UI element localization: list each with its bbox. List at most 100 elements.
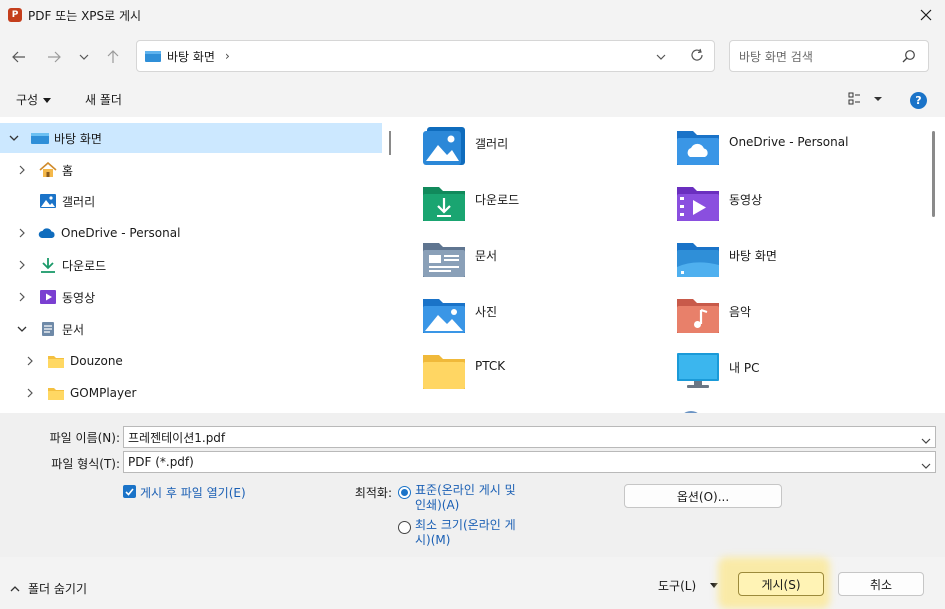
chevron-down-icon[interactable] xyxy=(17,324,27,334)
tree-label: 동영상 xyxy=(62,290,96,305)
tree-item-gomplayer[interactable]: GOMPlayer xyxy=(0,378,382,408)
caret-down-icon xyxy=(710,583,719,588)
folder-item-desktop[interactable]: 바탕 화면 xyxy=(653,233,903,283)
chevron-down-icon[interactable] xyxy=(9,133,19,143)
folder-item-documents[interactable]: 문서 xyxy=(399,233,649,283)
open-after-publish-label[interactable]: 게시 후 파일 열기(E) xyxy=(140,484,246,501)
tree-item-onedrive[interactable]: OneDrive - Personal xyxy=(0,218,382,248)
tools-menu[interactable]: 도구(L) xyxy=(658,577,719,594)
navigation-bar: 바탕 화면 › 바탕 화면 검색 xyxy=(0,38,945,76)
folder-item-this-pc[interactable]: 내 PC xyxy=(653,345,903,395)
open-after-publish-checkbox[interactable] xyxy=(123,485,136,498)
help-icon[interactable]: ? xyxy=(910,92,927,109)
item-label: 음악 xyxy=(729,305,752,319)
documents-folder-icon xyxy=(423,243,465,277)
cancel-button[interactable]: 취소 xyxy=(838,572,924,596)
chevron-right-icon[interactable] xyxy=(17,292,27,302)
search-icon[interactable] xyxy=(902,49,916,66)
radio-label-line: 인쇄)(A) xyxy=(415,498,460,512)
hide-folders-toggle[interactable]: 폴더 숨기기 xyxy=(10,580,87,597)
chevron-right-icon[interactable] xyxy=(17,260,27,270)
home-icon xyxy=(39,162,57,177)
tree-scrollbar-thumb[interactable] xyxy=(389,131,391,155)
arrow-up-icon[interactable] xyxy=(102,46,124,68)
chevron-right-icon[interactable] xyxy=(25,356,35,366)
folder-item-ptck[interactable]: PTCK xyxy=(399,345,649,395)
arrow-left-icon[interactable] xyxy=(8,46,30,68)
title-bar: P PDF 또는 XPS로 게시 xyxy=(0,0,945,30)
chevron-down-icon[interactable] xyxy=(73,46,95,68)
new-folder-button[interactable]: 새 폴더 xyxy=(85,91,122,108)
address-text: 바탕 화면 xyxy=(167,49,215,64)
tree-item-home[interactable]: 홈 xyxy=(0,155,382,185)
save-options-panel: 파일 이름(N): 프레젠테이션1.pdf 파일 형식(T): PDF (*.p… xyxy=(0,413,945,557)
refresh-icon[interactable] xyxy=(690,48,704,65)
optimize-standard-radio[interactable] xyxy=(398,486,411,499)
browser-pane: 바탕 화면 홈 갤러리 OneDrive - Personal 다운로드 동영상… xyxy=(0,117,945,413)
download-icon xyxy=(41,258,55,273)
filetype-label: 파일 형식(T): xyxy=(51,457,120,471)
onedrive-folder-icon xyxy=(677,131,719,165)
close-icon[interactable] xyxy=(915,4,937,26)
filename-field[interactable]: 프레젠테이션1.pdf xyxy=(123,426,936,448)
tree-item-downloads[interactable]: 다운로드 xyxy=(0,250,382,280)
tree-label: OneDrive - Personal xyxy=(61,226,181,240)
tree-item-documents[interactable]: 문서 xyxy=(0,314,382,344)
download-folder-icon xyxy=(423,187,465,221)
desktop-folder-icon xyxy=(31,133,49,144)
tree-label: 문서 xyxy=(62,322,85,337)
folder-item-downloads[interactable]: 다운로드 xyxy=(399,177,649,227)
breadcrumb-chevron-icon[interactable]: › xyxy=(225,49,230,63)
chevron-right-icon[interactable] xyxy=(25,388,35,398)
search-box[interactable]: 바탕 화면 검색 xyxy=(729,40,929,72)
pane-divider[interactable] xyxy=(385,117,399,413)
folder-icon xyxy=(423,355,465,389)
powerpoint-app-icon: P xyxy=(8,8,22,22)
tree-item-gallery[interactable]: 갤러리 xyxy=(0,186,382,216)
arrow-right-icon[interactable] xyxy=(43,46,65,68)
tree-item-douzone[interactable]: Douzone xyxy=(0,346,382,376)
optimize-label: 최적화: xyxy=(354,486,392,500)
chevron-right-icon[interactable] xyxy=(17,228,27,238)
organize-menu[interactable]: 구성 xyxy=(16,91,52,108)
view-options-icon[interactable] xyxy=(848,92,884,109)
tools-label: 도구(L) xyxy=(658,579,697,593)
chevron-down-icon[interactable] xyxy=(921,458,931,472)
filetype-select[interactable]: PDF (*.pdf) xyxy=(123,451,936,473)
tree-label: 홈 xyxy=(62,163,74,178)
filename-value: 프레젠테이션1.pdf xyxy=(128,430,226,445)
radio-label-line: 표준(온라인 게시 및 xyxy=(415,483,516,497)
tree-label: Douzone xyxy=(70,354,123,368)
optimize-standard-label[interactable]: 표준(온라인 게시 및 인쇄)(A) xyxy=(415,483,516,513)
tree-label: 다운로드 xyxy=(62,258,107,273)
folder-item-onedrive[interactable]: OneDrive - Personal xyxy=(653,121,903,171)
tree-item-desktop[interactable]: 바탕 화면 xyxy=(0,123,382,153)
chevron-down-icon[interactable] xyxy=(921,433,931,447)
folder-item-partial-network[interactable] xyxy=(653,403,903,413)
grid-scrollbar-thumb[interactable] xyxy=(932,131,935,217)
dialog-title: PDF 또는 XPS로 게시 xyxy=(28,8,142,23)
optimize-minimum-radio[interactable] xyxy=(398,521,411,534)
item-label: 문서 xyxy=(475,249,498,263)
folder-item-gallery[interactable]: 갤러리 xyxy=(399,121,649,171)
tree-item-videos[interactable]: 동영상 xyxy=(0,282,382,312)
desktop-folder-icon xyxy=(677,243,719,277)
folder-item-music[interactable]: 음악 xyxy=(653,289,903,339)
folder-item-partial[interactable] xyxy=(399,405,649,413)
radio-label-line: 최소 크기(온라인 게 xyxy=(415,518,516,532)
address-bar[interactable]: 바탕 화면 › xyxy=(136,40,715,72)
folder-item-pictures[interactable]: 사진 xyxy=(399,289,649,339)
filename-label: 파일 이름(N): xyxy=(49,431,120,445)
folder-item-videos[interactable]: 동영상 xyxy=(653,177,903,227)
tree-label: 바탕 화면 xyxy=(54,131,102,146)
options-button[interactable]: 옵션(O)... xyxy=(624,484,782,508)
publish-button[interactable]: 게시(S) xyxy=(738,572,824,596)
folder-icon xyxy=(48,388,64,400)
optimize-minimum-label[interactable]: 최소 크기(온라인 게 시)(M) xyxy=(415,518,516,548)
radio-label-line: 시)(M) xyxy=(415,533,451,547)
chevron-right-icon[interactable] xyxy=(17,165,27,175)
address-dropdown-icon[interactable] xyxy=(656,49,666,63)
documents-icon xyxy=(42,322,54,336)
music-folder-icon xyxy=(677,299,719,333)
item-label: 갤러리 xyxy=(475,137,509,151)
